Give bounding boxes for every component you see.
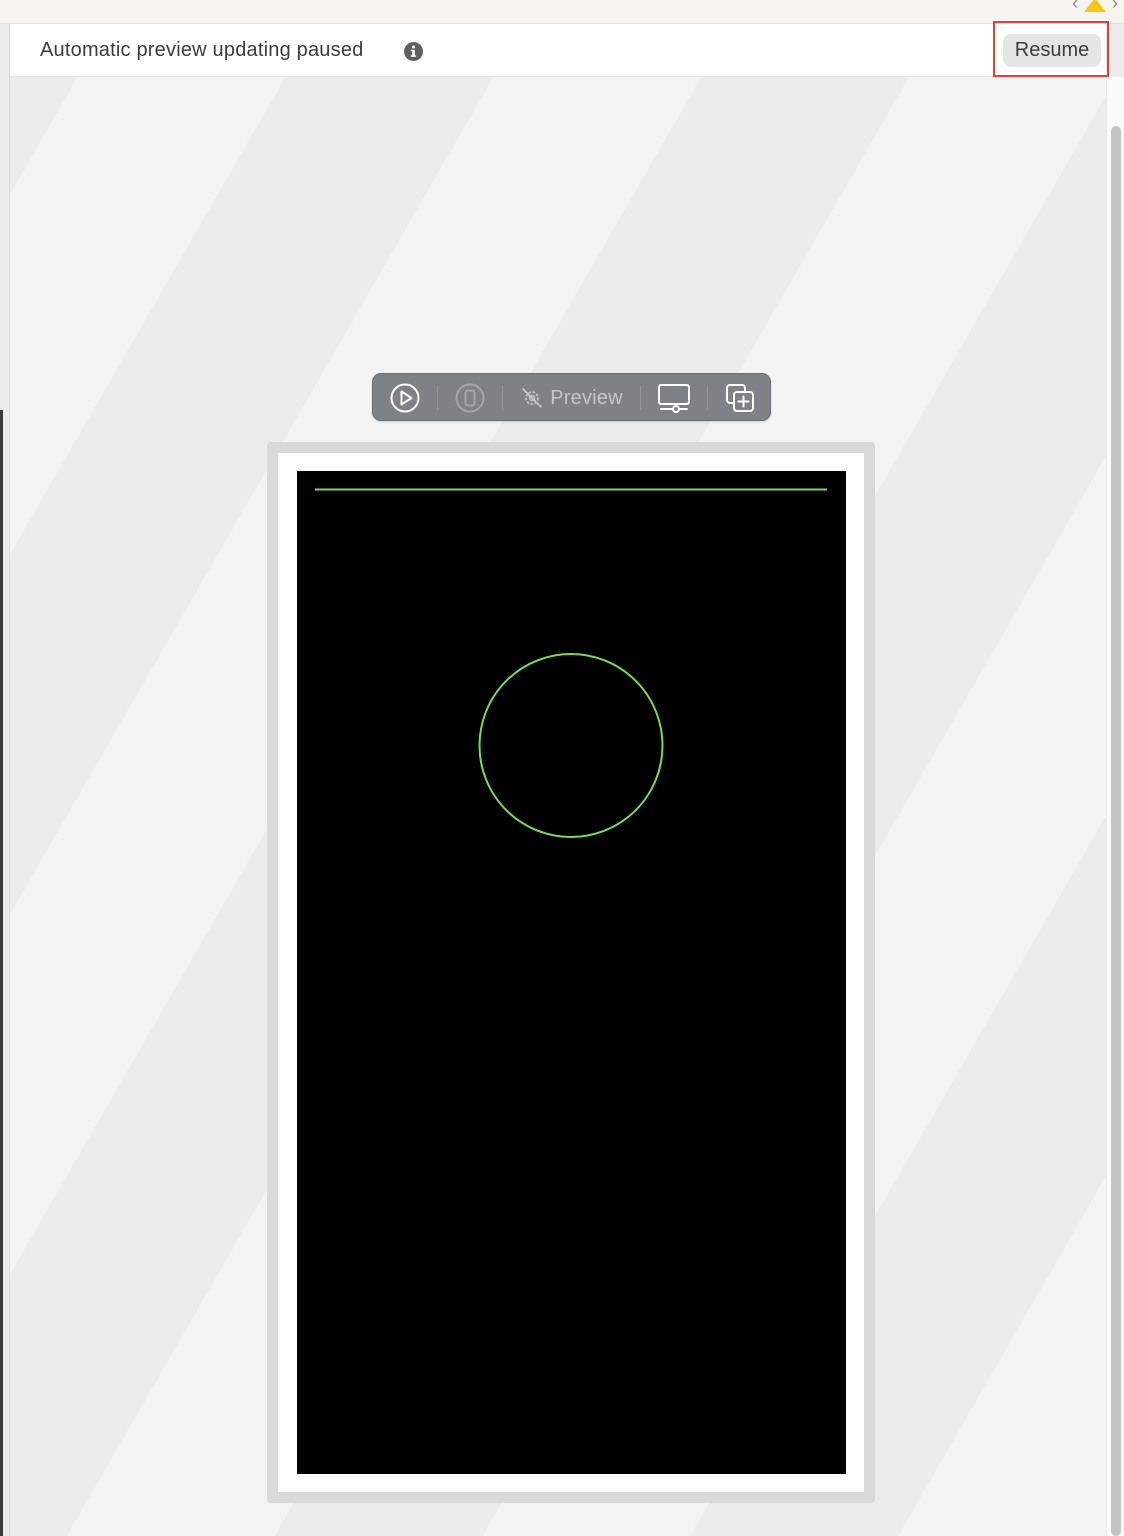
variants-gear-icon xyxy=(522,388,543,408)
chevron-right-icon[interactable]: › xyxy=(1112,0,1118,12)
display-settings-icon xyxy=(658,384,690,413)
add-preview-icon xyxy=(726,384,754,412)
duplicate-preview-button[interactable] xyxy=(708,374,772,422)
editor-nav-controls: ‹ › xyxy=(1072,0,1118,12)
warning-icon[interactable] xyxy=(1084,0,1106,12)
circle-outline xyxy=(478,653,664,838)
preview-variants-button[interactable]: Preview xyxy=(503,374,640,422)
selectable-mode-button[interactable] xyxy=(438,374,502,422)
resume-button[interactable]: Resume xyxy=(1003,34,1101,67)
preview-label: Preview xyxy=(550,386,623,409)
device-screen[interactable] xyxy=(297,471,846,1474)
preview-toolbar: Preview xyxy=(372,373,771,421)
preview-status-bar: Automatic preview updating paused xyxy=(10,24,1106,77)
live-preview-button[interactable] xyxy=(373,374,437,422)
preview-paused-message: Automatic preview updating paused xyxy=(40,39,364,61)
left-window-edge xyxy=(0,410,3,1536)
chevron-left-icon[interactable]: ‹ xyxy=(1072,0,1078,12)
info-circle-icon[interactable] xyxy=(404,42,423,61)
screen-drawing xyxy=(315,488,827,838)
device-settings-button[interactable] xyxy=(641,374,707,422)
play-circle-icon xyxy=(390,383,420,413)
vertical-scrollbar-thumb[interactable] xyxy=(1111,126,1121,1536)
xcode-canvas-window: ‹ › Automatic preview updating paused Re… xyxy=(0,0,1124,1536)
device-select-icon xyxy=(455,383,485,413)
window-title-strip: ‹ › xyxy=(0,0,1124,24)
